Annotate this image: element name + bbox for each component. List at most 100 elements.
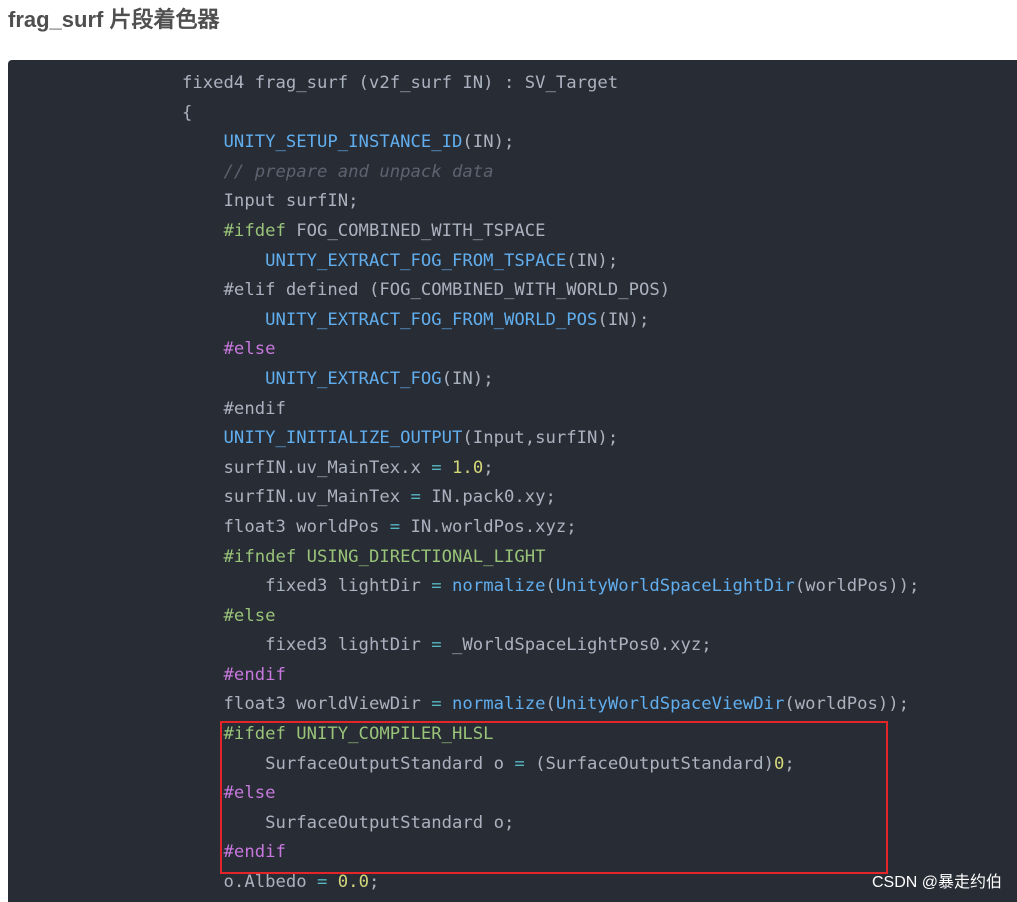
code-token: float3 worldViewDir xyxy=(223,694,432,715)
code-line: #elif defined (FOG_COMBINED_WITH_WORLD_P… xyxy=(182,276,919,306)
code-token: surfIN.uv_MainTex.x xyxy=(223,457,432,478)
code-line: surfIN.uv_MainTex.x = 1.0; xyxy=(182,454,919,484)
code-line: UNITY_EXTRACT_FOG_FROM_WORLD_POS(IN); xyxy=(182,306,919,336)
code-line: UNITY_INITIALIZE_OUTPUT(Input,surfIN); xyxy=(182,424,919,454)
code-line: fixed3 lightDir = normalize(UnityWorldSp… xyxy=(182,572,919,602)
code-token: fixed3 lightDir xyxy=(265,635,432,656)
section-heading: frag_surf 片段着色器 xyxy=(8,7,220,32)
code-token: normalize xyxy=(452,576,546,597)
code-token: UNITY_EXTRACT_FOG_FROM_WORLD_POS xyxy=(265,309,598,330)
code-line: float3 worldViewDir = normalize(UnityWor… xyxy=(182,690,919,720)
code-token: (Input,surfIN); xyxy=(462,428,619,449)
code-token: IN.worldPos.xyz; xyxy=(400,516,577,537)
code-line: UNITY_EXTRACT_FOG_FROM_TSPACE(IN); xyxy=(182,247,919,277)
code-line: #endif xyxy=(182,395,919,425)
highlight-box xyxy=(220,721,888,874)
code-token: #endif xyxy=(223,664,286,685)
code-line: fixed4 frag_surf (v2f_surf IN) : SV_Targ… xyxy=(182,69,919,99)
code-token: surfIN.uv_MainTex xyxy=(223,487,411,508)
code-token: ( xyxy=(545,694,556,715)
code-token: ; xyxy=(368,872,380,893)
code-token: float3 worldPos xyxy=(223,516,390,537)
code-token: (worldPos)); xyxy=(794,576,920,597)
code-token: #ifdef xyxy=(223,220,286,241)
code-line: // prepare and unpack data xyxy=(182,158,919,188)
code-token: = xyxy=(431,694,442,715)
code-token: 0.0 xyxy=(337,872,369,893)
code-token: UnityWorldSpaceViewDir xyxy=(555,694,785,715)
code-token: normalize xyxy=(452,694,546,715)
code-token: ( xyxy=(545,576,556,597)
code-line: float3 worldPos = IN.worldPos.xyz; xyxy=(182,513,919,543)
code-line: UNITY_SETUP_INSTANCE_ID(IN); xyxy=(182,128,919,158)
article-page: frag_surf 片段着色器 fixed4 frag_surf (v2f_su… xyxy=(0,0,1017,902)
code-token: fixed3 lightDir xyxy=(265,576,432,597)
code-token: fixed4 frag_surf (v2f_surf IN) : SV_Targ… xyxy=(182,73,619,93)
code-token: 1.0 xyxy=(452,457,484,478)
code-line: fixed3 lightDir = _WorldSpaceLightPos0.x… xyxy=(182,631,919,661)
code-token: // prepare and unpack data xyxy=(223,161,494,182)
code-token: FOG_COMBINED_WITH_TSPACE xyxy=(285,220,546,241)
code-token: (IN); xyxy=(441,368,494,389)
code-line: Input surfIN; xyxy=(182,187,919,217)
code-token: IN.pack0.xy; xyxy=(420,487,556,508)
code-line: { xyxy=(182,99,919,129)
csdn-watermark: CSDN @暴走约伯 xyxy=(871,874,1002,891)
code-token: (IN); xyxy=(597,309,650,330)
code-token: = xyxy=(410,487,421,508)
code-line: #else xyxy=(182,602,919,632)
code-token: #endif xyxy=(223,398,286,419)
code-token: #elif defined (FOG_COMBINED_WITH_WORLD_P… xyxy=(223,280,671,301)
code-line: UNITY_EXTRACT_FOG(IN); xyxy=(182,365,919,395)
code-line: #ifdef FOG_COMBINED_WITH_TSPACE xyxy=(182,217,919,247)
code-token: = xyxy=(431,576,442,597)
code-token: ; xyxy=(483,457,494,478)
code-token: (IN); xyxy=(462,132,515,153)
code-token: UNITY_SETUP_INSTANCE_ID xyxy=(223,132,463,153)
code-token: = xyxy=(431,457,442,478)
code-token: = xyxy=(431,635,442,656)
code-token: UNITY_INITIALIZE_OUTPUT xyxy=(223,428,463,449)
code-token: #else xyxy=(223,605,276,626)
code-line: #else xyxy=(182,335,919,365)
code-line: #endif xyxy=(182,661,919,691)
code-token: { xyxy=(182,102,193,123)
code-token: (worldPos)); xyxy=(784,694,910,715)
code-token: _WorldSpaceLightPos0.xyz; xyxy=(441,635,712,656)
code-token: = xyxy=(317,872,328,893)
code-token: o.Albedo xyxy=(223,872,318,893)
code-token: (IN); xyxy=(566,250,619,271)
code-line: #ifndef USING_DIRECTIONAL_LIGHT xyxy=(182,543,919,573)
code-line: surfIN.uv_MainTex = IN.pack0.xy; xyxy=(182,483,919,513)
code-token: = xyxy=(389,516,401,537)
code-token: #else xyxy=(223,339,276,360)
code-token: UnityWorldSpaceLightDir xyxy=(555,576,795,597)
code-token: UNITY_EXTRACT_FOG xyxy=(265,368,442,389)
code-token: UNITY_EXTRACT_FOG_FROM_TSPACE xyxy=(265,250,567,271)
